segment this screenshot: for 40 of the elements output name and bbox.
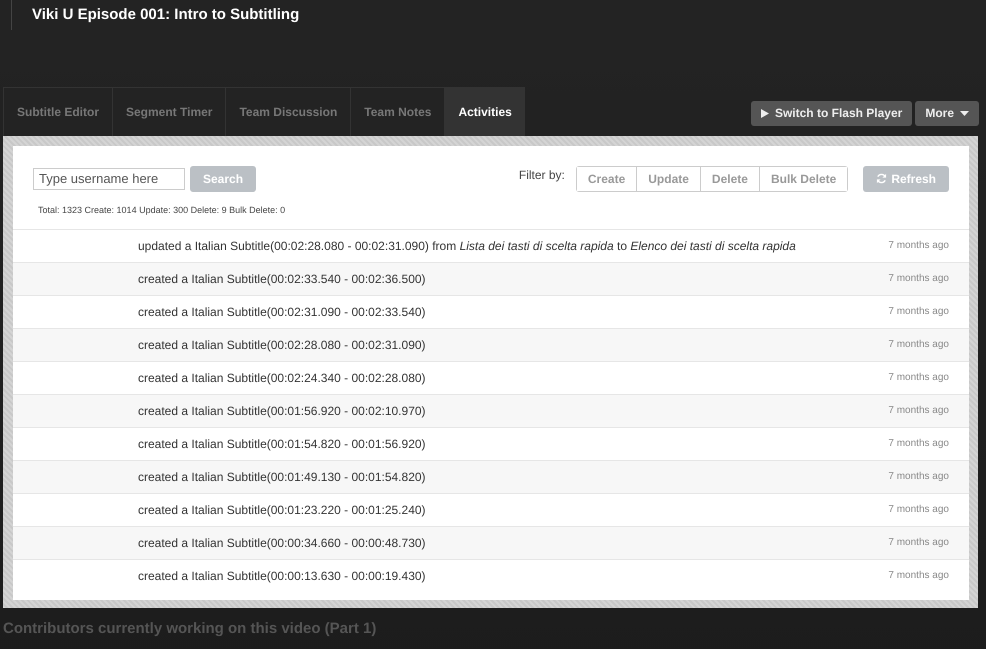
activity-time: 7 months ago	[888, 537, 949, 548]
activity-text: created a Italian Subtitle(00:00:13.630 - 00:00:19.430)	[138, 568, 427, 583]
activity-text: created a Italian Subtitle(00:01:49.130 - 00:01:54.820)	[138, 470, 427, 484]
activity-time: 7 months ago	[888, 405, 949, 416]
activity-time: 7 months ago	[888, 339, 949, 350]
caret-icon	[960, 110, 969, 116]
activity-time: 7 months ago	[888, 504, 949, 516]
activity-time: 7 months ago	[888, 306, 949, 318]
tab[interactable]: Team Discussion	[225, 86, 350, 136]
totals-text: Total: 1323 Create: 1014 Update: 300 Delete: 9 Bulk Delete: 0	[37, 204, 286, 217]
more-button[interactable]: More	[915, 100, 979, 126]
activity-time: 7 months ago	[888, 240, 949, 252]
activity-text: created a Italian Subtitle(00:02:24.340 - 00:02:28.080)	[138, 370, 427, 385]
filter-label: Filter by:	[518, 168, 565, 182]
tab[interactable]: Subtitle Editor	[3, 86, 112, 136]
activity-time: 7 months ago	[888, 372, 949, 384]
activity-text: created a Italian Subtitle(00:02:33.540 - 00:02:36.500)	[138, 272, 427, 286]
activity-text: created a Italian Subtitle(00:02:31.090 - 00:02:33.540)	[138, 304, 427, 319]
activity-time: 7 months ago	[888, 570, 949, 582]
filter-button[interactable]: Bulk Delete	[758, 166, 848, 191]
tab[interactable]: Segment Timer	[112, 86, 226, 136]
activity-time: 7 months ago	[888, 438, 949, 450]
search-button[interactable]: Search	[190, 166, 256, 192]
refresh-icon	[876, 173, 888, 184]
activity-text: created a Italian Subtitle(00:02:28.080 - 00:02:31.090)	[138, 338, 427, 352]
activity-text: created a Italian Subtitle(00:01:23.220 - 00:01:25.240)	[138, 502, 427, 517]
page-title: Viki U Episode 001: Intro to Subtitling	[32, 6, 300, 24]
contributors-heading: Contributors currently working on this video (Part 1)	[2, 619, 378, 639]
tab[interactable]: Activities	[444, 86, 525, 136]
activity-time: 7 months ago	[888, 471, 949, 482]
activity-text: created a Italian Subtitle(00:01:56.920 - 00:02:10.970)	[138, 404, 427, 418]
activity-text: created a Italian Subtitle(00:01:54.820 - 00:01:56.920)	[138, 436, 427, 451]
activity-text: created a Italian Subtitle(00:00:34.660 - 00:00:48.730)	[138, 536, 427, 550]
activity-text: updated a Italian Subtitle(00:02:28.080 - 00:02:31.090) from Lista dei tasti di scelta rapida to Elenco dei tasti di scelta rapida	[138, 238, 797, 253]
play-icon	[760, 108, 769, 118]
activity-time: 7 months ago	[888, 273, 949, 284]
username-field[interactable]: Type username here	[33, 168, 185, 190]
flash-player-button[interactable]: Switch to Flash Player	[750, 100, 912, 126]
refresh-button[interactable]: Refresh	[863, 166, 949, 192]
tab[interactable]: Team Notes	[350, 86, 444, 136]
